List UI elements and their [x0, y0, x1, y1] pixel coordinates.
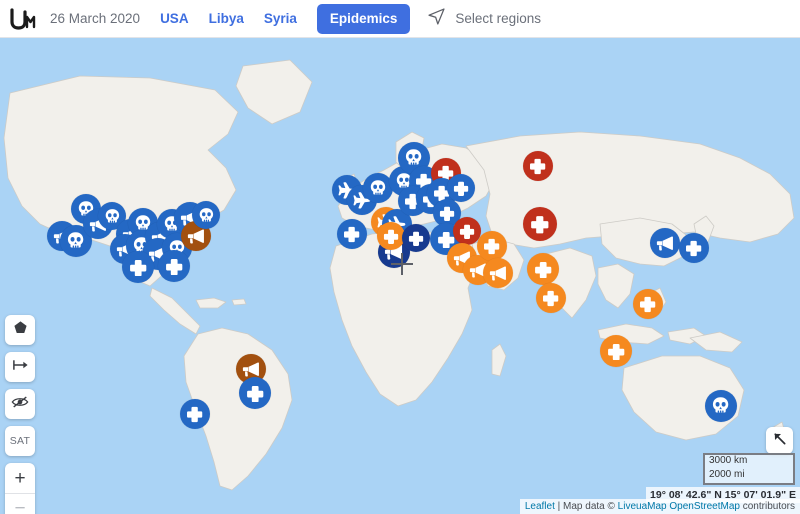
liveuamap-app: 26 March 2020 USA Libya Syria Epidemics …: [0, 0, 800, 514]
cross-icon: [165, 257, 183, 276]
map-marker[interactable]: [523, 207, 557, 241]
cross-icon: [639, 295, 656, 313]
cross-icon: [685, 239, 702, 257]
zoom-in-button[interactable]: +: [5, 463, 35, 493]
map-marker[interactable]: [633, 289, 663, 319]
map-scale-bar: 3000 km 2000 mi: [703, 453, 795, 485]
cross-icon: [453, 180, 469, 196]
satellite-layer-button[interactable]: SAT: [5, 426, 35, 456]
map-marker[interactable]: [483, 258, 513, 288]
ruler-arrow-icon: [12, 358, 29, 377]
megaphone-icon: [656, 234, 674, 252]
cross-icon: [483, 237, 500, 255]
cross-icon: [186, 405, 203, 423]
openstreetmap-link[interactable]: OpenStreetMap: [669, 501, 740, 512]
cross-icon: [439, 205, 455, 221]
cross-icon: [529, 157, 546, 175]
map-marker[interactable]: [180, 399, 210, 429]
scale-metric: 3000 km: [703, 453, 795, 469]
map-marker[interactable]: [402, 224, 430, 252]
select-regions-button[interactable]: Select regions: [426, 6, 541, 32]
hide-markers-button[interactable]: [5, 389, 35, 419]
cross-icon: [459, 223, 475, 239]
map-marker[interactable]: [337, 219, 367, 249]
zoom-control-group: + −: [5, 463, 35, 514]
map-center-crosshair-icon: [391, 253, 413, 275]
map-marker[interactable]: [536, 283, 566, 313]
map-marker[interactable]: [600, 335, 632, 367]
map-marker[interactable]: [377, 222, 405, 250]
map-controls: SAT + −: [5, 315, 35, 514]
measure-distance-button[interactable]: [5, 352, 35, 382]
attribution-suffix: contributors: [739, 501, 795, 512]
map-marker[interactable]: [239, 377, 271, 409]
select-regions-label: Select regions: [455, 11, 541, 26]
attribution-prefix: Map data ©: [563, 501, 618, 512]
cross-icon: [534, 260, 552, 279]
liveuamap-logo[interactable]: [0, 0, 46, 38]
cross-icon: [383, 228, 399, 244]
map-marker[interactable]: [523, 151, 553, 181]
leaflet-link[interactable]: Leaflet: [525, 501, 555, 512]
map-marker[interactable]: [158, 250, 190, 282]
scale-imperial: 2000 mi: [703, 469, 795, 485]
eye-slash-icon: [11, 395, 29, 414]
cross-icon: [343, 225, 360, 243]
app-header: 26 March 2020 USA Libya Syria Epidemics …: [0, 0, 800, 38]
map-marker[interactable]: [477, 231, 507, 261]
cross-icon: [542, 289, 559, 307]
skull-icon: [66, 231, 85, 250]
draw-polygon-button[interactable]: [5, 315, 35, 345]
map-marker[interactable]: [527, 253, 559, 285]
collapse-arrow-icon: [772, 431, 787, 451]
map-marker[interactable]: [650, 228, 680, 258]
cross-icon: [129, 258, 147, 277]
map-marker[interactable]: [447, 174, 475, 202]
map-marker[interactable]: [705, 390, 737, 422]
sat-label: SAT: [9, 435, 31, 447]
megaphone-icon: [242, 360, 260, 378]
megaphone-icon: [187, 227, 205, 245]
skull-icon: [369, 179, 387, 197]
cross-icon: [530, 214, 550, 234]
collapse-panel-button[interactable]: [766, 427, 793, 454]
cross-icon: [607, 342, 625, 361]
world-landmass: [3, 59, 795, 491]
skull-icon: [104, 208, 121, 225]
skull-icon: [198, 207, 215, 224]
skull-icon: [404, 148, 423, 167]
zoom-out-button[interactable]: −: [5, 493, 35, 514]
map-marker[interactable]: [192, 201, 220, 229]
map-marker[interactable]: [679, 233, 709, 263]
megaphone-icon: [489, 264, 507, 282]
nav-link-usa[interactable]: USA: [160, 11, 189, 26]
map-canvas[interactable]: SAT + − 3000 km 2000 mi 19° 08' 42.6" N …: [0, 38, 800, 514]
attribution-separator: |: [554, 501, 564, 512]
nav-link-syria[interactable]: Syria: [264, 11, 297, 26]
cursor-arrow-icon: [426, 6, 447, 32]
epidemics-button[interactable]: Epidemics: [316, 3, 411, 34]
current-date: 26 March 2020: [50, 11, 141, 26]
nav-link-libya[interactable]: Libya: [209, 11, 244, 26]
map-attribution: Leaflet | Map data © LiveuaMap OpenStree…: [519, 499, 800, 514]
skull-icon: [711, 396, 730, 415]
cross-icon: [246, 384, 264, 403]
liveuamap-link[interactable]: LiveuaMap: [618, 501, 667, 512]
pentagon-icon: [13, 320, 28, 340]
cross-icon: [408, 230, 424, 246]
map-marker[interactable]: [122, 251, 154, 283]
